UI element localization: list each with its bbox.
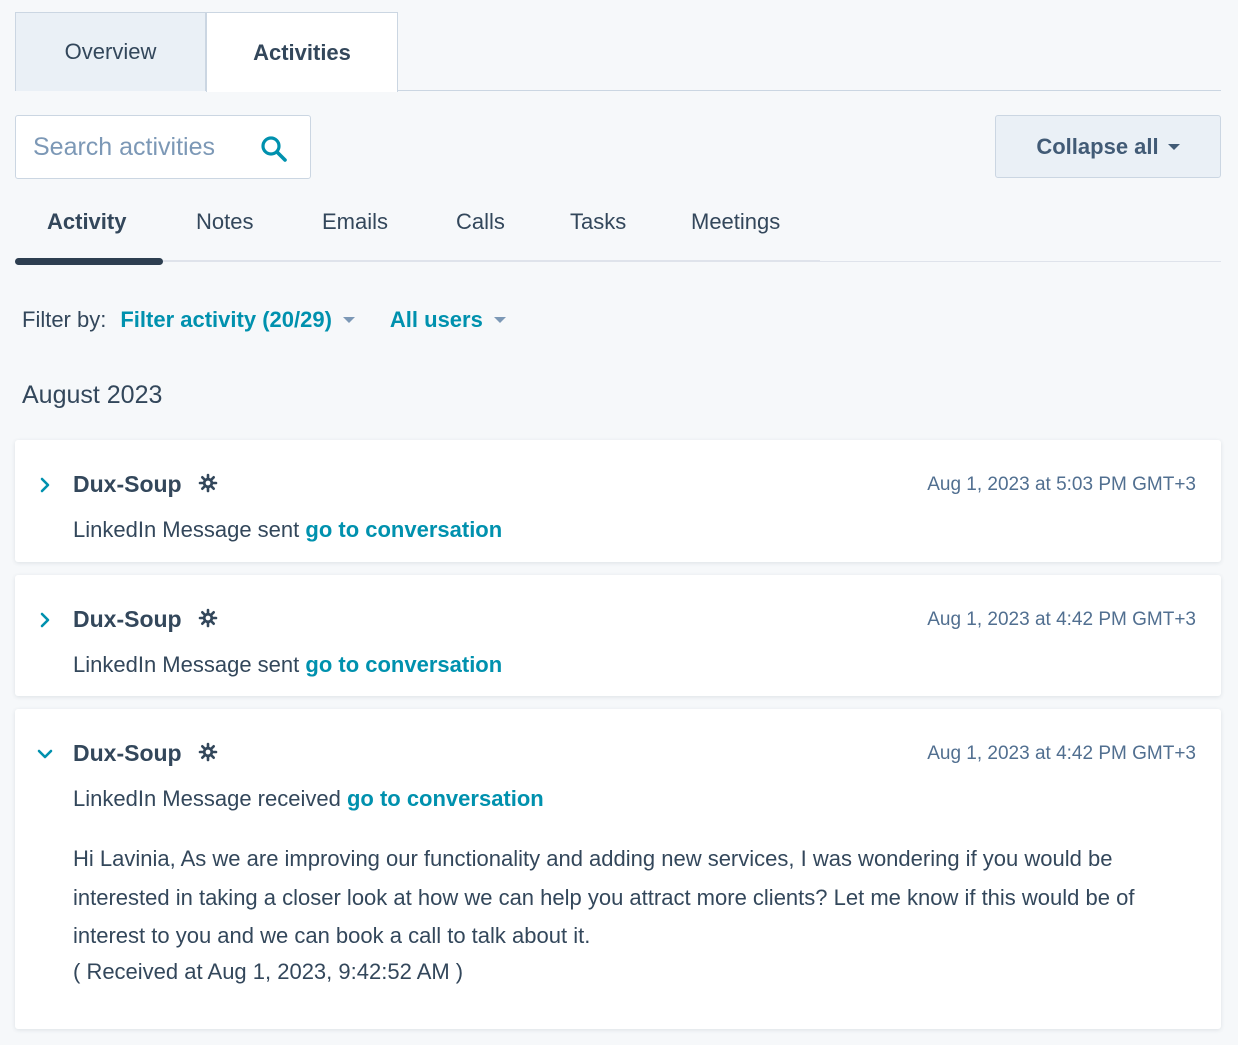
- received-timestamp: ( Received at Aug 1, 2023, 9:42:52 AM ): [73, 959, 464, 984]
- activity-subject-text: LinkedIn Message received: [73, 786, 341, 811]
- search-input[interactable]: [33, 132, 253, 162]
- activity-subject-text: LinkedIn Message sent: [73, 517, 300, 542]
- active-tab-indicator: [15, 258, 163, 265]
- chevron-right-icon[interactable]: [36, 611, 54, 629]
- filter-users-dropdown[interactable]: All users: [390, 307, 506, 333]
- tab-overview[interactable]: Overview: [15, 12, 206, 91]
- tab-activity[interactable]: Activity: [47, 209, 126, 235]
- activity-subject-text: LinkedIn Message sent: [73, 652, 300, 677]
- activity-subject: LinkedIn Message received go to conversa…: [73, 786, 544, 812]
- activity-card-expanded: Dux-Soup Aug 1, 2023 at 4:42 PM GMT+3 Li…: [15, 709, 1221, 1029]
- search-icon[interactable]: [260, 135, 288, 163]
- activities-panel: Overview Activities Collapse all Activit…: [0, 0, 1238, 1045]
- collapse-all-button[interactable]: Collapse all: [995, 115, 1221, 178]
- gear-icon: [198, 742, 218, 762]
- tab-tasks[interactable]: Tasks: [570, 209, 626, 235]
- month-heading: August 2023: [22, 381, 163, 409]
- caret-down-icon: [493, 317, 506, 323]
- tab-activities[interactable]: Activities: [206, 12, 398, 92]
- tab-meetings[interactable]: Meetings: [691, 209, 780, 235]
- chevron-down-icon[interactable]: [36, 745, 54, 763]
- activity-timestamp: Aug 1, 2023 at 4:42 PM GMT+3: [927, 743, 1196, 764]
- activity-card: Dux-Soup Aug 1, 2023 at 4:42 PM GMT+3 Li…: [15, 575, 1221, 696]
- gear-icon: [198, 608, 218, 628]
- caret-down-icon: [342, 317, 355, 323]
- activity-timestamp: Aug 1, 2023 at 5:03 PM GMT+3: [927, 474, 1196, 495]
- activity-author: Dux-Soup: [73, 606, 182, 632]
- caret-down-icon: [1167, 143, 1180, 150]
- filter-label: Filter by:: [22, 307, 107, 332]
- activity-type-tabs: Activity Notes Emails Calls Tasks Meetin…: [15, 195, 1221, 265]
- activity-subject: LinkedIn Message sent go to conversation: [73, 652, 502, 678]
- go-to-conversation-link[interactable]: go to conversation: [305, 652, 502, 677]
- activity-subject: LinkedIn Message sent go to conversation: [73, 517, 502, 543]
- filter-row: Filter by: Filter activity (20/29) All u…: [22, 306, 506, 334]
- activity-author: Dux-Soup: [73, 740, 182, 766]
- filter-activity-label: Filter activity (20/29): [120, 307, 332, 332]
- go-to-conversation-link[interactable]: go to conversation: [305, 517, 502, 542]
- message-body: Hi Lavinia, As we are improving our func…: [73, 846, 1135, 948]
- filter-activity-dropdown[interactable]: Filter activity (20/29): [120, 307, 355, 333]
- tab-calls[interactable]: Calls: [456, 209, 505, 235]
- tab-notes[interactable]: Notes: [196, 209, 253, 235]
- record-tabs: Overview Activities: [15, 12, 1221, 92]
- activity-author: Dux-Soup: [73, 471, 182, 497]
- chevron-right-icon[interactable]: [36, 476, 54, 494]
- collapse-all-label: Collapse all: [1036, 133, 1159, 159]
- gear-icon: [198, 473, 218, 493]
- search-box: [15, 115, 311, 179]
- activity-timestamp: Aug 1, 2023 at 4:42 PM GMT+3: [927, 609, 1196, 630]
- tab-emails[interactable]: Emails: [322, 209, 388, 235]
- activity-card: Dux-Soup Aug 1, 2023 at 5:03 PM GMT+3 Li…: [15, 440, 1221, 562]
- go-to-conversation-link[interactable]: go to conversation: [347, 786, 544, 811]
- filter-users-label: All users: [389, 307, 483, 332]
